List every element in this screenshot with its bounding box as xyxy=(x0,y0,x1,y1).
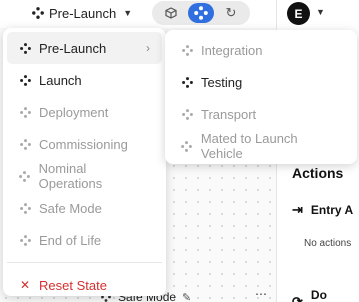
cube-icon[interactable] xyxy=(158,3,184,23)
menu-item-label: Deployment xyxy=(39,104,109,120)
menu-item-label: Commissioning xyxy=(39,136,128,152)
menu-item-label: End of Life xyxy=(39,232,102,248)
diamond-icon xyxy=(19,106,31,118)
entry-note: No actions xyxy=(304,238,352,249)
view-toggle: ↻ xyxy=(152,1,250,25)
submenu-item-label: Testing xyxy=(201,74,243,90)
menu-item-end-of-life[interactable]: End of Life xyxy=(7,224,162,256)
diamond-icon xyxy=(19,138,31,150)
chevron-down-icon: ▼ xyxy=(123,8,133,18)
diamond-icon xyxy=(181,44,193,56)
chevron-down-icon[interactable]: ▼ xyxy=(316,7,325,17)
submenu-item-label: Transport xyxy=(201,106,257,122)
submenu-item-mated-to-launch-vehicle[interactable]: Mated to Launch Vehicle xyxy=(169,130,353,162)
menu-item-nominal-operations[interactable]: Nominal Operations xyxy=(7,160,162,192)
edit-icon[interactable]: ✎ xyxy=(182,291,191,302)
state-machine-icon[interactable] xyxy=(188,3,214,23)
entry-icon: ⇥ xyxy=(292,202,303,217)
menu-item-label: Safe Mode xyxy=(39,200,102,216)
phase-dropdown-trigger[interactable]: Pre-Launch ▼ xyxy=(32,3,132,23)
diamond-icon xyxy=(181,76,193,88)
close-icon: ✕ xyxy=(19,278,31,292)
submenu-item-integration[interactable]: Integration xyxy=(169,34,353,66)
avatar[interactable]: E xyxy=(287,2,310,25)
menu-item-label: Nominal Operations xyxy=(38,161,103,191)
menu-item-commissioning[interactable]: Commissioning xyxy=(7,128,162,160)
menu-item-pre-launch[interactable]: Pre-Launch › xyxy=(7,32,162,64)
phase-menu: Pre-Launch › Launch Deployment Commissio… xyxy=(3,28,166,296)
menu-item-label: Launch xyxy=(39,72,82,88)
menu-item-label: Pre-Launch xyxy=(39,40,107,56)
diamond-icon xyxy=(19,202,31,214)
menu-divider xyxy=(7,262,162,263)
phase-label: Pre-Launch xyxy=(49,5,117,21)
menu-item-launch[interactable]: Launch xyxy=(7,64,162,96)
diamond-icon xyxy=(19,234,31,246)
entry-actions-row[interactable]: ⇥ Entry A xyxy=(292,202,353,218)
menu-item-safe-mode[interactable]: Safe Mode xyxy=(7,192,162,224)
submenu-item-transport[interactable]: Transport xyxy=(169,98,353,130)
diamond-icon xyxy=(19,42,31,54)
diamond-icon xyxy=(19,74,31,86)
diamond-icon xyxy=(19,170,31,182)
diamond-icon xyxy=(181,108,193,120)
do-label: Do Actio xyxy=(310,288,327,302)
entry-label: Entry A xyxy=(310,203,354,217)
submenu-item-label: Mated to Launch Vehicle xyxy=(200,131,298,161)
do-actions-row[interactable]: ⟳ Do Actio xyxy=(292,288,359,302)
actions-title: Actions xyxy=(292,165,344,181)
diamond-icon xyxy=(181,140,193,152)
pre-launch-submenu: Integration Testing Transport Mated to L… xyxy=(165,30,357,164)
chevron-right-icon: › xyxy=(146,41,150,55)
refresh-icon[interactable]: ↻ xyxy=(218,3,244,23)
more-icon[interactable]: ⋯ xyxy=(255,287,268,301)
refresh-icon: ⟳ xyxy=(292,294,303,302)
diamond-icon xyxy=(32,7,44,19)
submenu-item-label: Integration xyxy=(201,42,263,58)
reset-state-label: Reset State xyxy=(39,277,107,293)
reset-state-button[interactable]: ✕ Reset State xyxy=(7,269,162,301)
menu-item-deployment[interactable]: Deployment xyxy=(7,96,162,128)
submenu-item-testing[interactable]: Testing xyxy=(169,66,353,98)
